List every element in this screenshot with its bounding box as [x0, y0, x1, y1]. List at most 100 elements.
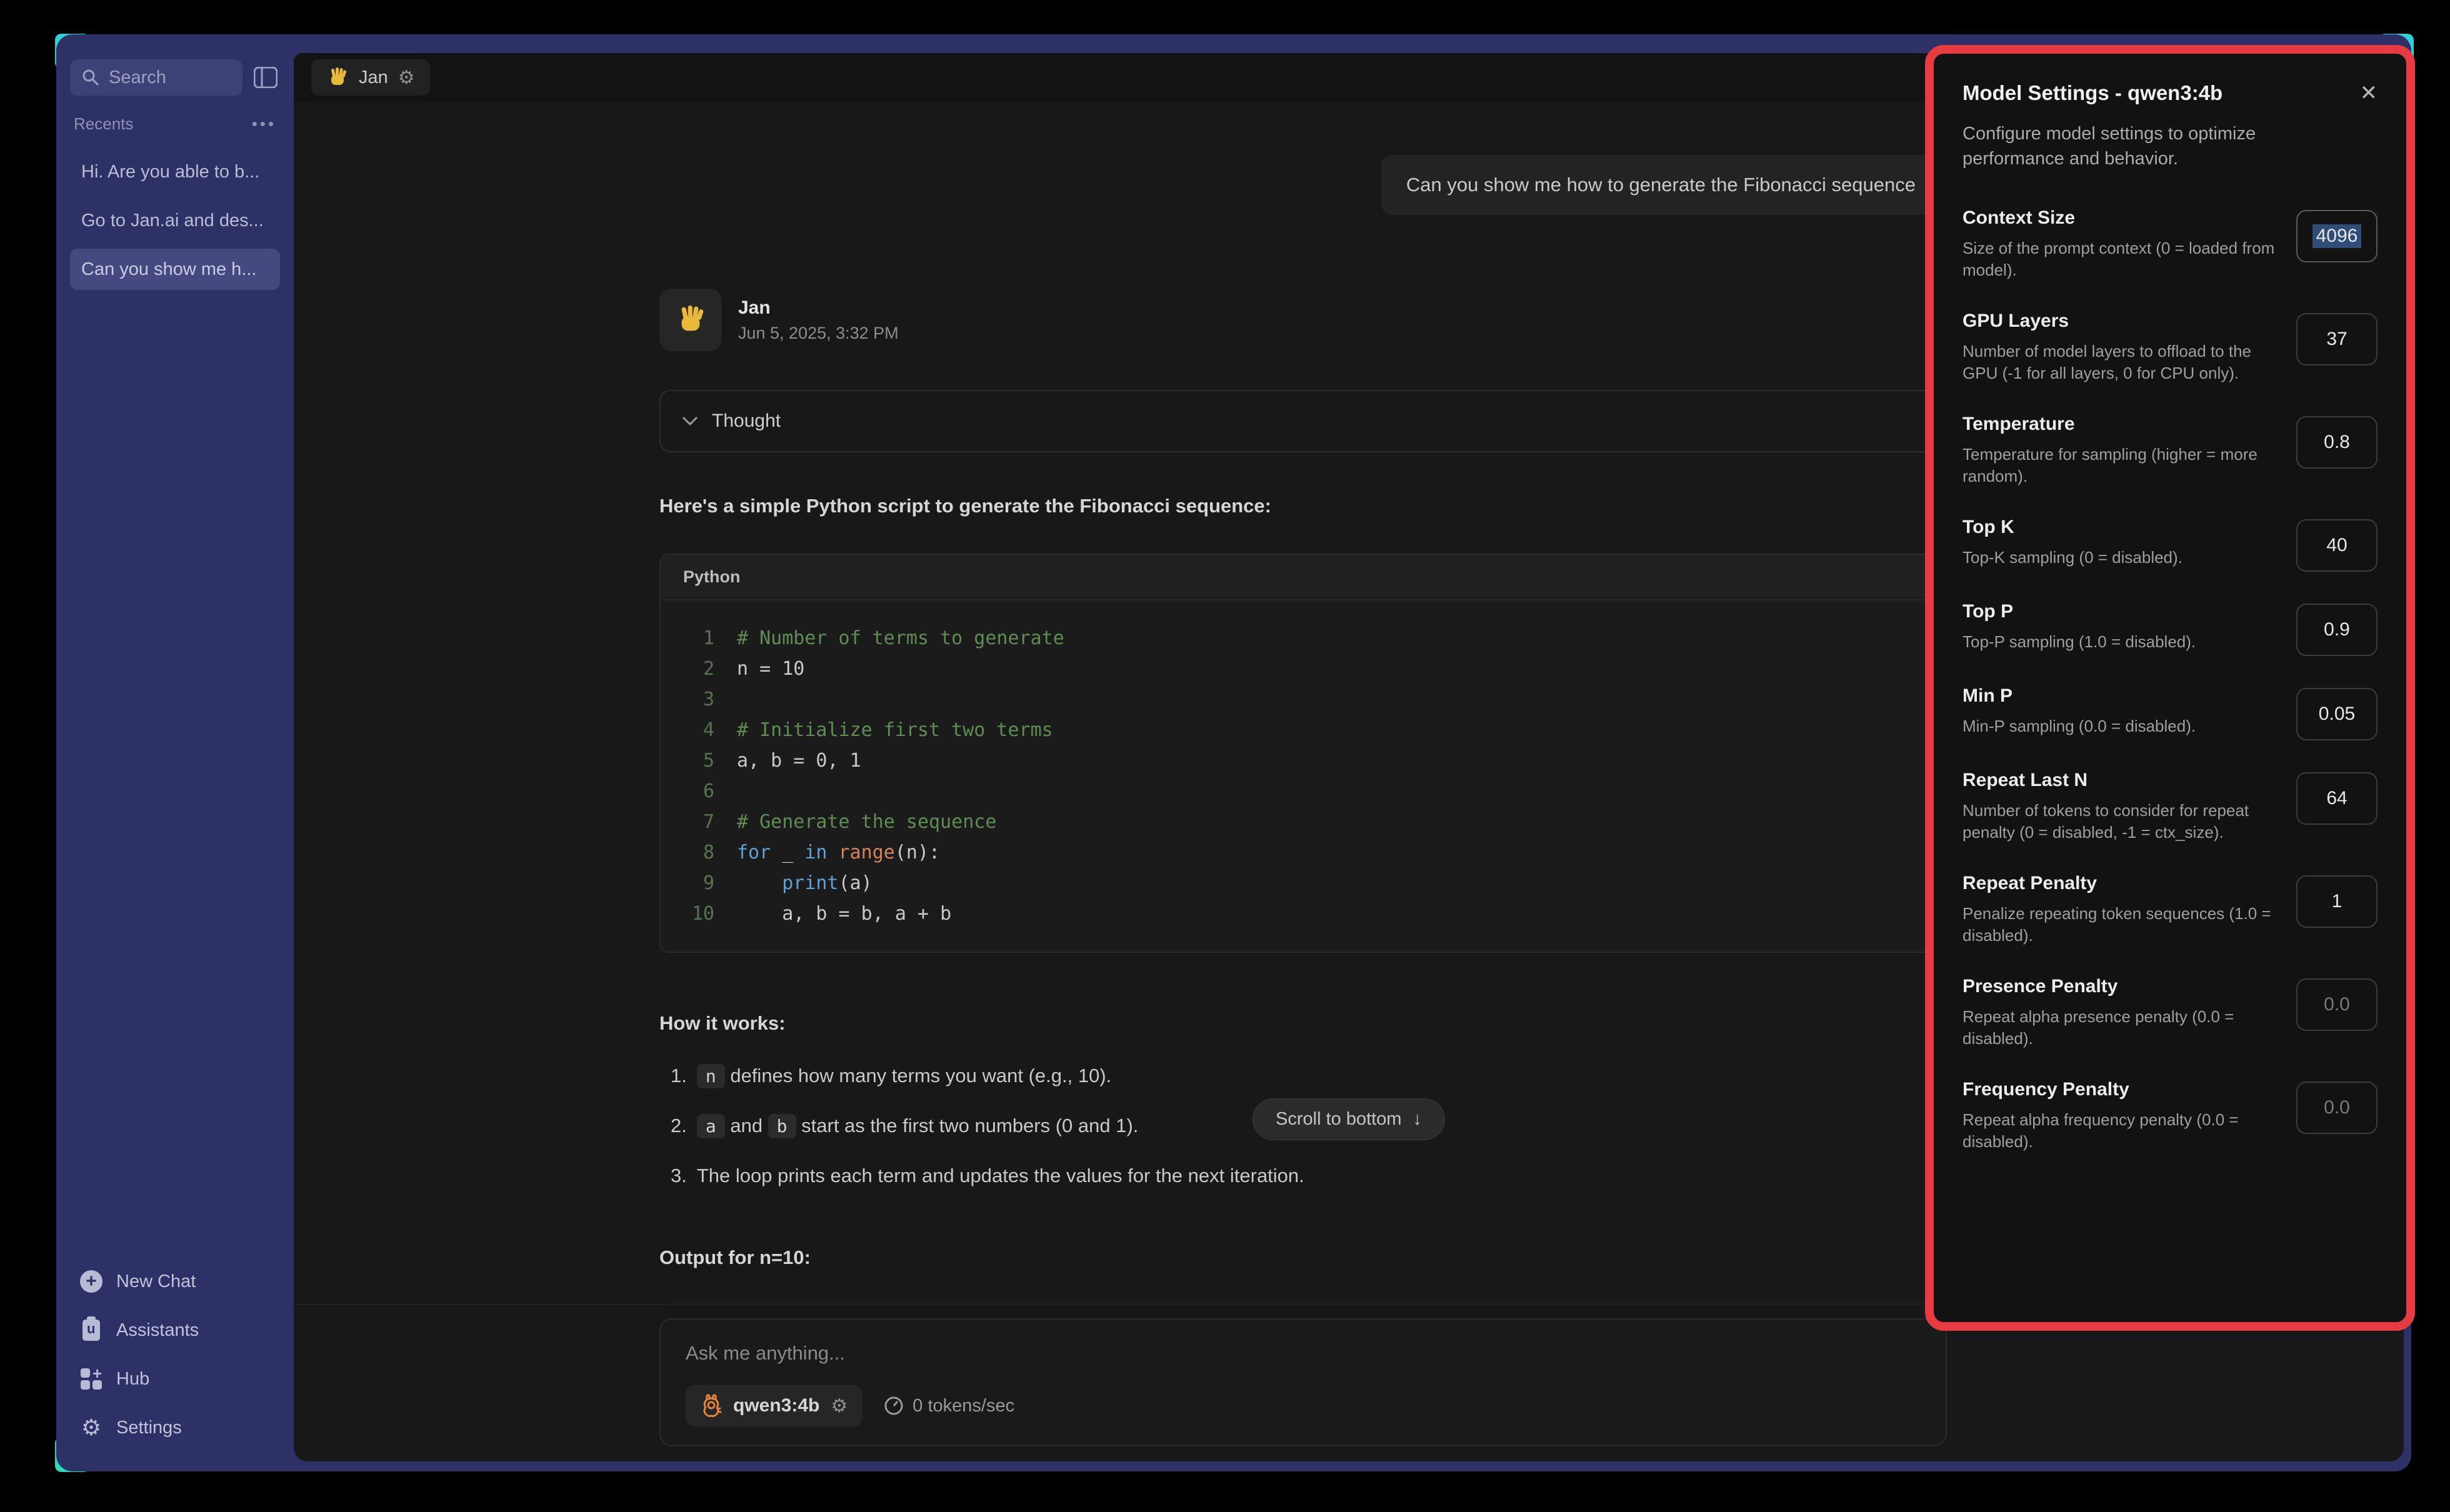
sidebar-item-settings[interactable]: ⚙ Settings — [70, 1406, 280, 1449]
field-label: Context Size — [1962, 207, 2288, 229]
code-body: 1# Number of terms to generate2n = 103 4… — [661, 600, 1939, 952]
close-icon[interactable]: ✕ — [2360, 82, 2378, 104]
field-description: Number of tokens to consider for repeat … — [1962, 800, 2288, 843]
field-input[interactable]: 40 — [2296, 519, 2378, 572]
hub-grid-icon — [79, 1366, 104, 1391]
field-input[interactable]: 0.0 — [2296, 978, 2378, 1031]
plus-circle-icon: + — [79, 1269, 104, 1294]
search-input[interactable]: Search — [70, 59, 242, 96]
tab-jan[interactable]: Jan ⚙ — [311, 59, 430, 96]
field-description: Repeat alpha presence penalty (0.0 = dis… — [1962, 1006, 2288, 1050]
chevron-down-icon — [682, 416, 698, 426]
code-line: 9 print(a) — [679, 868, 1921, 898]
clipboard-icon — [79, 1318, 104, 1343]
tab-gear-icon[interactable]: ⚙ — [398, 67, 415, 89]
message-timestamp: Jun 5, 2025, 3:32 PM — [738, 324, 899, 343]
field-description: Penalize repeating token sequences (1.0 … — [1962, 903, 2288, 947]
settings-description: Configure model settings to optimize per… — [1962, 121, 2325, 171]
sidebar-recent-item[interactable]: Hi. Are you able to b... — [70, 151, 280, 192]
how-it-works-step: 3.The loop prints each term and updates … — [671, 1165, 1941, 1187]
field-description: Min-P sampling (0.0 = disabled). — [1962, 715, 2196, 737]
code-line: 6 — [679, 776, 1921, 807]
field-label: Min P — [1962, 685, 2196, 707]
field-label: Presence Penalty — [1962, 976, 2288, 997]
model-gear-icon[interactable]: ⚙ — [831, 1395, 848, 1417]
tab-title: Jan — [359, 67, 388, 88]
field-input[interactable]: 0.05 — [2296, 688, 2378, 740]
assistant-intro-text: Here's a simple Python script to generat… — [659, 495, 1941, 517]
settings-field-context-size: Context Size Size of the prompt context (… — [1962, 207, 2378, 281]
field-label: Repeat Penalty — [1962, 873, 2288, 894]
field-input[interactable]: 37 — [2296, 313, 2378, 366]
field-label: Top P — [1962, 601, 2196, 622]
settings-field-repeat-penalty: Repeat Penalty Penalize repeating token s… — [1962, 873, 2378, 947]
settings-field-gpu-layers: GPU Layers Number of model layers to offl… — [1962, 311, 2378, 384]
thought-toggle[interactable]: Thought — [659, 390, 1941, 452]
sidebar-toggle-icon[interactable] — [251, 63, 280, 92]
sidebar-recent-item[interactable]: Go to Jan.ai and des... — [70, 200, 280, 241]
settings-field-presence-penalty: Presence Penalty Repeat alpha presence pe… — [1962, 976, 2378, 1050]
recents-list: Hi. Are you able to b... Go to Jan.ai and… — [70, 151, 280, 290]
field-input[interactable]: 64 — [2296, 772, 2378, 825]
code-line: 2n = 10 — [679, 654, 1921, 684]
code-line: 3 — [679, 684, 1921, 715]
search-placeholder: Search — [109, 67, 166, 88]
search-icon — [81, 68, 100, 87]
field-input[interactable]: 0.0 — [2296, 1082, 2378, 1134]
user-message: Can you show me how to generate the Fibo… — [1381, 155, 1941, 215]
model-settings-panel: Model Settings - qwen3:4b ✕ Configure mo… — [1925, 45, 2415, 1331]
sidebar-footer: + New Chat Assistants Hub ⚙ Settings — [70, 1260, 280, 1449]
code-line: 5a, b = 0, 1 — [679, 745, 1921, 776]
sidebar-item-assistants[interactable]: Assistants — [70, 1309, 280, 1351]
screen: Search Recents ••• Hi. Are you able to b… — [0, 0, 2450, 1512]
field-input[interactable]: 1 — [2296, 875, 2378, 928]
field-description: Temperature for sampling (higher = more … — [1962, 444, 2288, 487]
field-description: Top-P sampling (1.0 = disabled). — [1962, 631, 2196, 653]
scroll-to-bottom-button[interactable]: Scroll to bottom ↓ — [1252, 1098, 1445, 1140]
tokens-per-sec: 0 tokens/sec — [884, 1396, 1014, 1416]
field-label: GPU Layers — [1962, 311, 2288, 332]
chat-input-placeholder: Ask me anything... — [686, 1342, 1921, 1365]
code-line: 10 a, b = b, a + b — [679, 898, 1921, 929]
assistant-avatar — [659, 289, 722, 351]
field-description: Number of model layers to offload to the… — [1962, 341, 2288, 384]
field-label: Repeat Last N — [1962, 770, 2288, 791]
how-it-works-heading: How it works: — [659, 1012, 1941, 1035]
how-it-works-step: 1.n defines how many terms you want (e.g… — [671, 1065, 1941, 1087]
sidebar-item-hub[interactable]: Hub — [70, 1358, 280, 1400]
sidebar-recent-item[interactable]: Can you show me h... — [70, 249, 280, 290]
settings-field-min-p: Min P Min-P sampling (0.0 = disabled). 0.0… — [1962, 685, 2378, 740]
field-description: Top-K sampling (0 = disabled). — [1962, 547, 2182, 569]
field-label: Frequency Penalty — [1962, 1079, 2288, 1100]
settings-field-frequency-penalty: Frequency Penalty Repeat alpha frequency … — [1962, 1079, 2378, 1153]
settings-title: Model Settings - qwen3:4b — [1962, 81, 2222, 105]
field-input[interactable]: 4096 — [2296, 210, 2378, 262]
model-selector[interactable]: qwen3:4b ⚙ — [686, 1385, 862, 1426]
code-line: 8for _ in range(n): — [679, 837, 1921, 868]
settings-field-top-k: Top K Top-K sampling (0 = disabled). 40 — [1962, 517, 2378, 572]
assistant-message-header: Jan Jun 5, 2025, 3:32 PM — [659, 289, 1941, 351]
sidebar-item-new-chat[interactable]: + New Chat — [70, 1260, 280, 1303]
field-input[interactable]: 0.8 — [2296, 416, 2378, 469]
field-label: Temperature — [1962, 414, 2288, 435]
ollama-icon — [701, 1394, 722, 1418]
code-language-label: Python — [661, 555, 1939, 600]
chat-input[interactable]: Ask me anything... qwen3:4b ⚙ — [659, 1318, 1947, 1446]
field-description: Repeat alpha frequency penalty (0.0 = di… — [1962, 1109, 2288, 1153]
settings-field-temperature: Temperature Temperature for sampling (hig… — [1962, 414, 2378, 487]
recents-heading: Recents — [74, 114, 133, 134]
field-description: Size of the prompt context (0 = loaded f… — [1962, 237, 2288, 281]
recents-menu-icon[interactable]: ••• — [252, 114, 276, 134]
wave-emoji-icon — [326, 66, 349, 89]
output-heading: Output for n=10: — [659, 1246, 1941, 1269]
settings-field-repeat-last-n: Repeat Last N Number of tokens to conside… — [1962, 770, 2378, 843]
settings-field-top-p: Top P Top-P sampling (1.0 = disabled). 0.9 — [1962, 601, 2378, 656]
gauge-icon — [884, 1396, 904, 1416]
sidebar: Search Recents ••• Hi. Are you able to b… — [56, 34, 294, 1471]
assistant-name: Jan — [738, 297, 899, 319]
code-line: 4# Initialize first two terms — [679, 715, 1921, 745]
field-label: Top K — [1962, 517, 2182, 538]
code-block: Python 1# Number of terms to generate2n … — [659, 554, 1941, 953]
settings-fields: Context Size Size of the prompt context (… — [1962, 207, 2378, 1153]
field-input[interactable]: 0.9 — [2296, 604, 2378, 656]
